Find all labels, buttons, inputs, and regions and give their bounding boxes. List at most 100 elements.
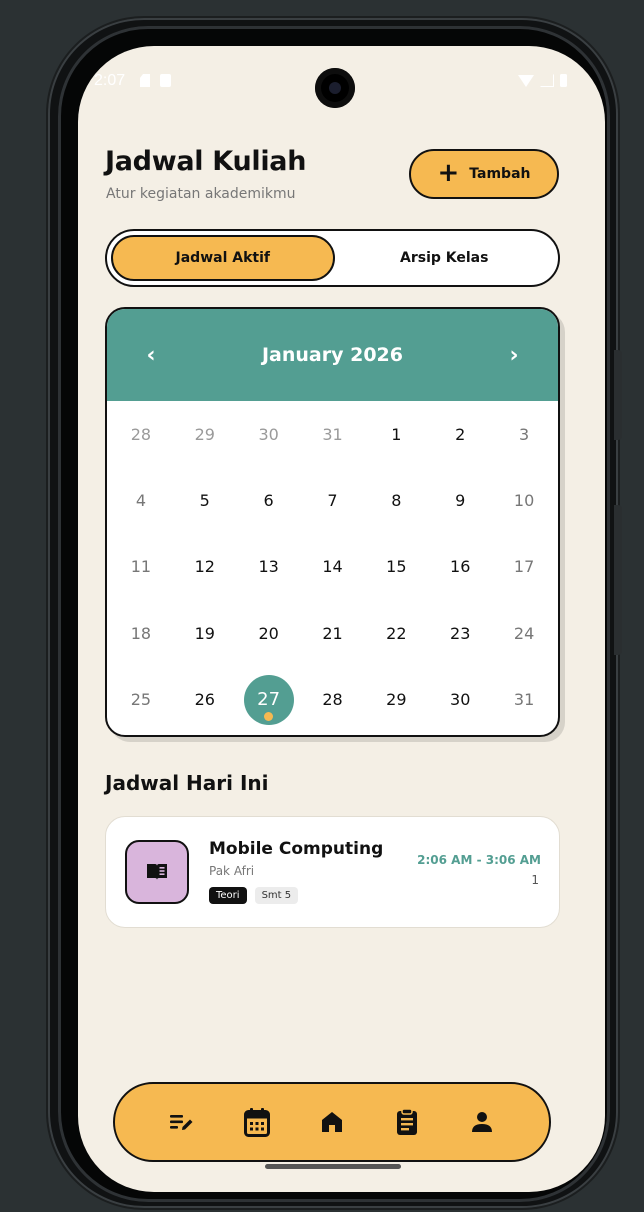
calendar-day[interactable]: 28 [301, 667, 365, 733]
calendar-day-number: 14 [322, 557, 343, 577]
calendar-day[interactable]: 25 [109, 667, 173, 733]
chevron-left-icon[interactable]: ‹ [139, 343, 163, 368]
calendar-day[interactable]: 13 [237, 534, 301, 600]
calendar-day-number: 10 [513, 491, 535, 511]
calendar-day[interactable]: 30 [428, 667, 492, 733]
calendar-day[interactable]: 28 [109, 401, 173, 467]
calendar-day[interactable]: 31 [492, 667, 556, 733]
calendar-day[interactable]: 30 [237, 401, 301, 467]
calendar-day[interactable]: 5 [173, 467, 237, 533]
class-type-tag: Teori [209, 887, 247, 904]
nav-item-calendar[interactable] [237, 1102, 277, 1142]
clipboard-icon [396, 1108, 417, 1135]
calendar-day[interactable]: 22 [364, 600, 428, 666]
calendar-day-number: 17 [513, 557, 535, 577]
calendar-day[interactable]: 11 [109, 534, 173, 600]
calendar-day-number: 28 [322, 690, 343, 710]
calendar-day-number: 30 [450, 690, 471, 710]
volume-button [614, 350, 622, 440]
calendar-day[interactable]: 2 [428, 401, 492, 467]
course-name: Mobile Computing [209, 839, 384, 859]
calendar-day-number: 31 [322, 424, 343, 444]
calendar-day-number: 28 [130, 424, 152, 444]
calendar-day-number: 1 [391, 424, 402, 444]
calendar-day[interactable]: 8 [364, 467, 428, 533]
class-time: 2:06 AM - 3:06 AM [417, 853, 541, 867]
calendar-day[interactable]: 23 [428, 600, 492, 666]
class-room: 1 [531, 873, 539, 887]
calendar-day-number: 29 [194, 424, 215, 444]
calendar-icon [244, 1108, 271, 1137]
calendar-day-selected[interactable]: 27 [237, 667, 301, 733]
book-icon [147, 864, 167, 880]
calendar-day[interactable]: 6 [237, 467, 301, 533]
calendar-day[interactable]: 7 [301, 467, 365, 533]
calendar-day-number: 25 [130, 690, 152, 710]
calendar-day[interactable]: 20 [237, 600, 301, 666]
calendar-day[interactable]: 12 [173, 534, 237, 600]
app-screen: 2:07 Jadwal Kuliah Atur kegiatan akademi… [78, 46, 605, 1192]
calendar-day-number: 15 [386, 557, 407, 577]
calendar-day-number: 13 [258, 557, 279, 577]
calendar-day[interactable]: 15 [364, 534, 428, 600]
add-schedule-button[interactable]: + Tambah [409, 149, 559, 199]
calendar-day-number: 4 [135, 491, 147, 511]
calendar-day[interactable]: 10 [492, 467, 556, 533]
calendar-day-number: 23 [450, 623, 471, 643]
class-card[interactable]: Mobile Computing Pak Afri Teori Smt 5 2:… [105, 816, 560, 928]
semester-tag: Smt 5 [254, 887, 299, 904]
calendar-header: ‹ January 2026 › [107, 309, 558, 401]
calendar-day[interactable]: 4 [109, 467, 173, 533]
schedule-tabs: Jadwal Aktif Arsip Kelas [105, 229, 560, 287]
battery-icon [560, 74, 567, 87]
class-icon-box [125, 840, 189, 904]
calendar-day[interactable]: 31 [301, 401, 365, 467]
calendar-day[interactable]: 21 [301, 600, 365, 666]
calendar-day-number: 22 [386, 623, 407, 643]
page-subtitle: Atur kegiatan akademikmu [106, 186, 296, 202]
class-tags: Teori Smt 5 [209, 887, 299, 904]
page-title: Jadwal Kuliah [105, 146, 307, 177]
calendar-day-number: 20 [258, 623, 279, 643]
calendar-day-number: 31 [513, 690, 535, 710]
tab-jadwal-aktif[interactable]: Jadwal Aktif [111, 235, 335, 281]
calendar-day-number: 3 [518, 424, 530, 444]
calendar-day[interactable]: 18 [109, 600, 173, 666]
calendar-day[interactable]: 24 [492, 600, 556, 666]
calendar-day-number: 11 [130, 557, 152, 577]
nav-item-tasks[interactable] [162, 1102, 202, 1142]
tab-arsip-kelas[interactable]: Arsip Kelas [335, 235, 555, 281]
sim-card-icon [140, 74, 150, 87]
home-icon [321, 1112, 342, 1132]
calendar-day[interactable]: 14 [301, 534, 365, 600]
calendar-day[interactable]: 29 [173, 401, 237, 467]
notification-icon [160, 74, 171, 87]
calendar-grid: 28 29 30 31 1 2 3 4 5 6 7 8 9 10 11 12 13 14 15 16 17 18 19 20 2… [107, 401, 558, 735]
calendar-day[interactable]: 16 [428, 534, 492, 600]
calendar-day-number: 18 [130, 623, 152, 643]
calendar-day-number: 8 [391, 491, 402, 511]
calendar-day-number: 30 [258, 424, 279, 444]
calendar-day-number: 29 [386, 690, 407, 710]
calendar-day[interactable]: 17 [492, 534, 556, 600]
calendar-day[interactable]: 1 [364, 401, 428, 467]
calendar-day[interactable]: 26 [173, 667, 237, 733]
home-indicator[interactable] [265, 1164, 401, 1169]
calendar-month-label: January 2026 [261, 344, 403, 366]
calendar-day[interactable]: 29 [364, 667, 428, 733]
nav-item-assignments[interactable] [387, 1102, 427, 1142]
calendar: ‹ January 2026 › 28 29 30 31 1 2 3 4 5 6 7 8 9 10 11 12… [105, 307, 560, 737]
calendar-day[interactable]: 19 [173, 600, 237, 666]
add-button-label: Tambah [469, 166, 531, 182]
status-bar: 2:07 [78, 46, 605, 108]
calendar-day-number: 19 [194, 623, 215, 643]
calendar-day[interactable]: 9 [428, 467, 492, 533]
calendar-day-number: 21 [322, 623, 343, 643]
calendar-day[interactable]: 3 [492, 401, 556, 467]
lecturer-name: Pak Afri [209, 864, 255, 878]
nav-item-profile[interactable] [462, 1102, 502, 1142]
nav-item-home[interactable] [312, 1102, 352, 1142]
chevron-right-icon[interactable]: › [502, 343, 526, 368]
bottom-navigation [113, 1082, 551, 1162]
calendar-day-number: 9 [455, 491, 466, 511]
